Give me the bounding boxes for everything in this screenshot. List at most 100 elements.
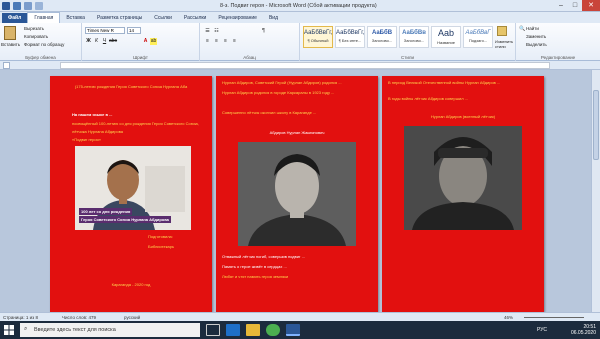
paste-icon[interactable] <box>4 26 16 40</box>
tab-view[interactable]: Вид <box>263 13 284 23</box>
paragraph-group: ☰ ☷ ≡ ≡ ≡ ≡ ¶ Абзац <box>200 23 300 61</box>
tab-review[interactable]: Рецензирование <box>212 13 263 23</box>
ruler-toggle-icon[interactable] <box>3 62 10 69</box>
replace-button[interactable]: Заменить <box>526 34 546 39</box>
bullets-button[interactable]: ☰ <box>204 28 211 35</box>
word-app-icon[interactable] <box>2 2 10 10</box>
font-group: Times New R 14 Ж К Ч abc A ab Шрифт <box>82 23 200 61</box>
document-page-2[interactable]: Нурлан Абдиров, Советский Герой (Нурлан … <box>216 76 378 312</box>
page1-line2: лётчика Нурлана Абдирова <box>72 129 124 134</box>
hero-bw-photo <box>238 142 356 246</box>
justify-button[interactable]: ≡ <box>231 38 238 45</box>
style-normal[interactable]: АаБбВвГг, ¶ Обычный <box>303 26 333 48</box>
style-title[interactable]: Aab Название <box>431 26 461 48</box>
paragraph-mark-button[interactable]: ¶ <box>260 28 267 35</box>
underline-button[interactable]: Ч <box>101 38 108 45</box>
tab-page-layout[interactable]: Разметка страницы <box>91 13 148 23</box>
word-taskbar-icon[interactable] <box>286 324 300 336</box>
page1-footer-1: Подготовила: <box>148 234 173 239</box>
copy-button[interactable]: Копировать <box>24 34 48 39</box>
numbering-button[interactable]: ☷ <box>213 28 220 35</box>
redo-icon[interactable] <box>35 2 43 10</box>
zoom-slider[interactable] <box>524 317 584 318</box>
page3-para-1: В период Великой Отечественной войны Нур… <box>388 80 501 85</box>
page-count[interactable]: Страница: 1 из 8 <box>3 315 38 320</box>
chrome-icon[interactable] <box>266 324 280 336</box>
change-styles-button[interactable]: Изменить стили <box>495 39 515 49</box>
style-name: Заголово... <box>403 38 425 43</box>
style-subtitle[interactable]: АаБбВвГ Подзаго... <box>463 26 493 48</box>
page1-header: (175-летию рождения Героя Советского Сою… <box>74 84 188 89</box>
system-clock[interactable]: 20:51 06.05.2020 <box>571 324 596 336</box>
page2-caption-1: Отважный лётчик погиб, совершив подвиг .… <box>222 254 305 259</box>
document-page-1[interactable]: (175-летию рождения Героя Советского Сою… <box>50 76 212 312</box>
italic-button[interactable]: К <box>93 38 100 45</box>
style-preview: АаБбВв <box>402 30 426 36</box>
quick-access-toolbar <box>2 2 43 10</box>
task-view-icon[interactable] <box>206 324 220 336</box>
tab-insert[interactable]: Вставка <box>60 13 91 23</box>
horizontal-ruler[interactable] <box>60 62 550 69</box>
tab-references[interactable]: Ссылки <box>148 13 178 23</box>
minimize-icon[interactable]: – <box>554 0 568 11</box>
pilot-photo <box>404 126 522 230</box>
explorer-icon[interactable] <box>246 324 260 336</box>
page2-name: Абдиров Нурлан Жакиянович <box>269 130 325 135</box>
clipboard-group: Вставить Вырезать Копировать Формат по о… <box>0 23 82 61</box>
tab-mailings[interactable]: Рассылки <box>178 13 212 23</box>
clipboard-group-label: Буфер обмена <box>25 55 56 60</box>
title-bar: 8-з. Подвиг героя - Microsoft Word (Сбой… <box>0 0 600 12</box>
style-heading-1[interactable]: АаБбВ Заголово... <box>367 26 397 48</box>
tab-file[interactable]: Файл <box>2 13 28 23</box>
style-preview: АаБбВ <box>371 30 393 36</box>
edge-icon[interactable] <box>226 324 240 336</box>
vertical-scrollbar[interactable] <box>591 70 600 312</box>
document-area[interactable]: (175-летию рождения Героя Советского Сою… <box>0 70 591 312</box>
find-button[interactable]: Найти <box>526 26 539 31</box>
style-heading-2[interactable]: АаБбВв Заголово... <box>399 26 429 48</box>
format-painter-button[interactable]: Формат по образцу <box>24 42 64 47</box>
editing-group-label: Редактирование <box>540 55 576 60</box>
maximize-icon[interactable]: □ <box>568 0 582 11</box>
select-button[interactable]: Выделить <box>526 42 547 47</box>
find-icon: 🔍 <box>519 26 526 32</box>
scrollbar-thumb[interactable] <box>593 90 599 160</box>
style-no-spacing[interactable]: АаБбВвГг, ¶ Без инте... <box>335 26 365 48</box>
highlight-button[interactable]: ab <box>150 38 157 45</box>
font-name-select[interactable]: Times New R <box>85 27 125 34</box>
windows-start-icon[interactable] <box>4 325 14 335</box>
language-indicator[interactable]: русский <box>124 315 140 320</box>
word-count[interactable]: Число слов: 479 <box>62 315 96 320</box>
pilot-svg <box>404 126 522 230</box>
styles-group: АаБбВвГг, ¶ Обычный АаБбВвГг, ¶ Без инте..… <box>300 23 516 61</box>
style-name: Заголово... <box>371 38 393 43</box>
taskbar-search-input[interactable]: Введите здесь текст для поиска <box>20 323 200 337</box>
style-name: Название <box>437 40 455 45</box>
change-styles-icon[interactable] <box>497 26 507 36</box>
status-bar: Страница: 1 из 8 Число слов: 479 русский… <box>0 312 600 321</box>
align-center-button[interactable]: ≡ <box>213 38 220 45</box>
undo-icon[interactable] <box>24 2 32 10</box>
strikethrough-button[interactable]: abc <box>109 38 117 45</box>
align-left-button[interactable]: ≡ <box>204 38 211 45</box>
save-icon[interactable] <box>13 2 21 10</box>
page1-line3: «Подвиг героя» <box>72 137 101 142</box>
paste-button[interactable]: Вставить <box>1 42 20 47</box>
document-page-3[interactable]: В период Великой Отечественной войны Нур… <box>382 76 544 312</box>
font-size-select[interactable]: 14 <box>127 27 141 34</box>
page1-intro: На нашем языке в ... <box>72 112 113 117</box>
font-group-label: Шрифт <box>133 55 148 60</box>
style-preview: АаБбВвГг, <box>304 30 333 36</box>
keyboard-language[interactable]: РУС <box>537 327 547 333</box>
bold-button[interactable]: Ж <box>85 38 92 45</box>
zoom-level[interactable]: 46% <box>504 315 513 320</box>
styles-group-label: Стили <box>401 55 414 60</box>
page1-date: Караганда - 2020 год <box>111 282 151 287</box>
cut-button[interactable]: Вырезать <box>24 26 44 31</box>
page3-para-3: Нурлан Абдиров (военный лётчик) <box>430 114 496 119</box>
style-preview: АаБбВвГг, <box>336 30 365 36</box>
close-icon[interactable]: ✕ <box>582 0 600 11</box>
tab-home[interactable]: Главная <box>27 12 61 23</box>
align-right-button[interactable]: ≡ <box>222 38 229 45</box>
text-color-button[interactable]: A <box>142 38 149 45</box>
